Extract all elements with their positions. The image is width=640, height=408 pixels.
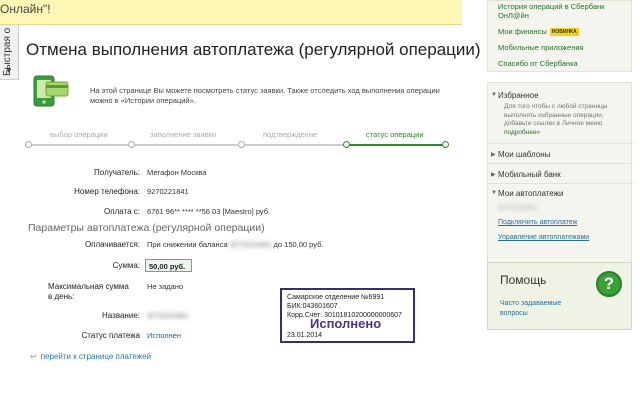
step-label: подтверждение (263, 130, 318, 139)
chevron-right-icon[interactable]: ▶ (491, 151, 496, 158)
help-title: Помощь (500, 273, 547, 287)
phone-value: 9270221841 (147, 187, 189, 196)
mobile-payment-icon (32, 72, 72, 110)
paid-value: При снижении баланса 9270221841 до 150,0… (147, 240, 324, 249)
connect-autopay-link[interactable]: Подключить автоплатеж (498, 219, 577, 226)
bank-stamp: Самарское отделение №6991 БИК:043601607 … (280, 288, 415, 343)
recipient-label: Получатель: (94, 168, 140, 177)
step-dot (25, 141, 32, 148)
help-box: Помощь Часто задаваемые вопросы ? (487, 262, 632, 330)
stamp-branch: Самарское отделение №6991 (287, 294, 385, 301)
paid-value-pre: При снижении баланса (147, 240, 228, 249)
step-track-active (346, 144, 448, 146)
page-title: Отмена выполнения автоплатежа (регулярно… (26, 40, 481, 59)
faq-link[interactable]: Часто задаваемые вопросы (500, 299, 580, 319)
paid-value-blurred: 9270221841 (229, 240, 272, 249)
max-sum-value: Не задано (147, 282, 184, 291)
max-sum-label: Максимальная сумма в день: (48, 282, 129, 301)
name-label: Название: (102, 311, 140, 320)
right-sidebar: История операций в Сбербанк ОнЛ@йн Мои ф… (487, 0, 633, 408)
templates-heading[interactable]: Мои шаблоны (498, 150, 550, 159)
step-label-active: статус операции (366, 130, 424, 139)
divider (488, 163, 633, 164)
favorites-more-link[interactable]: подробнее» (504, 129, 540, 136)
autopay-item-blurred[interactable]: 9270221841 (498, 205, 537, 212)
sum-value: 50,00 руб. (145, 259, 192, 272)
sum-label: Сумма: (112, 261, 140, 270)
favorites-heading[interactable]: Избранное (498, 91, 539, 100)
step-label: выбор операции (50, 130, 108, 139)
sidebar-link-finances-label: Мои финансы (498, 27, 547, 36)
progress-steps: выбор операции заполнение заявки подтвер… (25, 130, 449, 152)
status-value: Исполнен (147, 331, 182, 340)
chevron-down-icon[interactable]: ▼ (491, 190, 497, 196)
stamp-date: 23.01.2014 (287, 332, 323, 339)
autopay-heading[interactable]: Мои автоплатежи (498, 189, 563, 198)
stamp-bik: БИК:043601607 (287, 303, 338, 310)
step-dot-active (442, 141, 449, 148)
sidebar-sections: ▼ Избранное Для того чтобы с любой стран… (487, 82, 633, 264)
stamp-status: Исполнено (310, 316, 382, 331)
params-heading: Параметры автоплатежа (регулярной операц… (28, 222, 265, 234)
question-icon[interactable]: ? (596, 271, 622, 297)
back-link-label: перейти к странице платежей (40, 352, 152, 361)
divider (488, 183, 633, 184)
sidebar-link-spasibo[interactable]: Спасибо от Сбербанка (498, 59, 578, 68)
phone-label: Номер телефона: (74, 187, 140, 196)
sidebar-top-links: История операций в Сбербанк ОнЛ@йн Мои ф… (487, 0, 632, 72)
name-value-blurred: 9270221841 (147, 311, 189, 320)
step-dot-active (343, 141, 350, 148)
step-track (28, 144, 346, 146)
mobile-bank-heading[interactable]: Мобильный банк (498, 170, 561, 179)
top-banner: Онлайн"! (0, 0, 462, 25)
pay-from-label: Оплата с: (104, 207, 140, 216)
chevron-down-icon[interactable]: ▼ (491, 92, 497, 98)
sidebar-link-mobile-apps[interactable]: Мобильные приложения (498, 43, 584, 52)
step-label: заполнение заявки (150, 130, 217, 139)
back-to-payments-link[interactable]: ↩ перейти к странице платежей (30, 352, 151, 361)
arrow-left-icon: ↩ (30, 352, 37, 361)
sidebar-link-finances[interactable]: Мои финансы НОВИНКА (498, 27, 579, 37)
recipient-value: Мегафон Москва (147, 168, 207, 177)
chevron-right-icon[interactable]: ▶ (491, 171, 496, 178)
manage-autopay-link[interactable]: Управление автоплатежами (498, 234, 589, 241)
sidebar-link-history[interactable]: История операций в Сбербанк ОнЛ@йн (498, 2, 628, 20)
step-dot (128, 141, 135, 148)
quick-access-label: Быстрая о (2, 27, 13, 76)
status-label: Статус платежа (81, 331, 140, 340)
paid-label: Оплачивается: (84, 240, 140, 249)
favorites-description: Для того чтобы с любой страницы выполнят… (504, 103, 626, 137)
step-dot (238, 141, 245, 148)
new-badge: НОВИНКА (549, 28, 579, 37)
banner-text: Онлайн"! (0, 2, 51, 16)
intro-text: На этой странице Вы можете посмотреть ст… (90, 86, 440, 105)
paid-value-post: до 150,00 руб. (273, 240, 324, 249)
pay-from-value: 6761 96** **** **56 03 [Maestro] руб. (147, 207, 271, 216)
favorites-text: Для того чтобы с любой страницы выполнят… (504, 103, 608, 127)
divider (488, 143, 633, 144)
